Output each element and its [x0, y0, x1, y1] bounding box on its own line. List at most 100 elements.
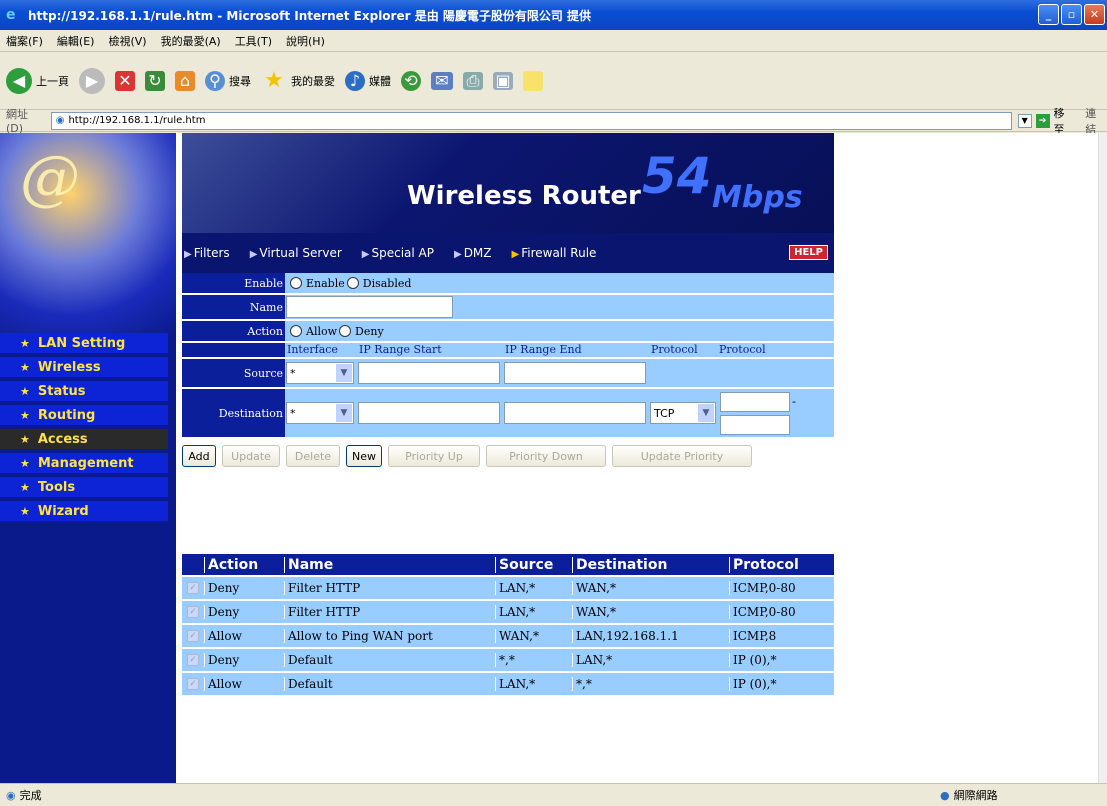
- port-end-input[interactable]: [720, 414, 790, 435]
- sidebar-item-wireless[interactable]: ★ Wireless: [0, 357, 168, 379]
- stop-button[interactable]: ✕: [115, 70, 135, 91]
- table-row[interactable]: ✓ Allow Default LAN,* *,* IP (0),*: [182, 673, 834, 697]
- ip-end-header: IP Range End: [505, 343, 582, 356]
- destination-label: Destination: [182, 389, 285, 437]
- destination-ip-start-input[interactable]: [358, 402, 500, 424]
- window-title: http://192.168.1.1/rule.htm - Microsoft …: [28, 8, 592, 23]
- cell-destination: LAN,192.168.1.1: [572, 629, 729, 643]
- col-destination: Destination: [572, 556, 729, 573]
- destination-protocol-select[interactable]: TCP ▼: [650, 402, 716, 424]
- row-checkbox[interactable]: ✓: [187, 606, 199, 618]
- sidebar-item-wizard[interactable]: ★ Wizard: [0, 501, 168, 523]
- address-dropdown-icon[interactable]: ▼: [1017, 113, 1032, 128]
- sidebar-item-tools[interactable]: ★ Tools: [0, 477, 168, 499]
- row-checkbox[interactable]: ✓: [187, 678, 199, 690]
- enable-radio[interactable]: [290, 277, 302, 289]
- sidebar-item-routing[interactable]: ★ Routing: [0, 405, 168, 427]
- col-action: Action: [204, 556, 284, 573]
- new-button[interactable]: New: [346, 445, 382, 467]
- minimize-button[interactable]: _: [1038, 4, 1059, 25]
- sidebar-item-status[interactable]: ★ Status: [0, 381, 168, 403]
- table-row[interactable]: ✓ Deny Filter HTTP LAN,* WAN,* ICMP,0-80: [182, 577, 834, 601]
- allow-radio[interactable]: [290, 325, 302, 337]
- add-button[interactable]: Add: [182, 445, 216, 467]
- cell-source: *,*: [495, 653, 572, 667]
- disabled-radio[interactable]: [346, 277, 359, 289]
- links-label[interactable]: 連結: [1085, 105, 1107, 137]
- destination-interface-select[interactable]: * ▼: [286, 402, 354, 424]
- search-button[interactable]: ⚲ 搜尋: [205, 70, 251, 91]
- tab-filters[interactable]: ▶ Filters: [184, 246, 230, 260]
- port-start-input[interactable]: [720, 391, 790, 412]
- address-label: 網址(D): [6, 108, 28, 135]
- banner-title: Wireless Router: [407, 181, 641, 211]
- mail-button[interactable]: ✉: [431, 71, 453, 90]
- forward-button[interactable]: ▶: [79, 67, 105, 94]
- cell-source: LAN,*: [495, 581, 572, 595]
- tab-special-ap[interactable]: ▶ Special AP: [362, 246, 434, 260]
- priority-up-button[interactable]: Priority Up: [388, 445, 480, 467]
- banner-speed: 54: [642, 147, 712, 205]
- cell-name: Filter HTTP: [284, 605, 495, 619]
- port-dash: -: [792, 395, 796, 408]
- vertical-scrollbar[interactable]: [1098, 133, 1107, 783]
- home-button[interactable]: ⌂: [175, 70, 195, 91]
- back-button[interactable]: ◀ 上一頁: [6, 67, 69, 94]
- tab-firewall-rule[interactable]: ▶ Firewall Rule: [512, 246, 597, 260]
- table-row[interactable]: ✓ Deny Default *,* LAN,* IP (0),*: [182, 649, 834, 673]
- star-bullet-icon: ★: [20, 504, 30, 518]
- destination-ip-end-input[interactable]: [504, 402, 646, 424]
- deny-radio[interactable]: [339, 325, 352, 337]
- source-ip-start-input[interactable]: [358, 362, 500, 384]
- star-icon: ★: [264, 68, 284, 93]
- row-checkbox[interactable]: ✓: [187, 654, 199, 666]
- maximize-button[interactable]: ▫: [1061, 4, 1082, 25]
- menu-edit[interactable]: 編輯(E): [57, 33, 95, 49]
- delete-button[interactable]: Delete: [286, 445, 340, 467]
- name-input[interactable]: [286, 296, 453, 318]
- table-row[interactable]: ✓ Deny Filter HTTP LAN,* WAN,* ICMP,0-80: [182, 601, 834, 625]
- media-button[interactable]: ♪ 媒體: [345, 70, 391, 91]
- source-ip-end-input[interactable]: [504, 362, 646, 384]
- update-priority-button[interactable]: Update Priority: [612, 445, 752, 467]
- source-label: Source: [182, 359, 285, 387]
- sidebar-item-lan-setting[interactable]: ★ LAN Setting: [0, 333, 168, 355]
- tab-dmz[interactable]: ▶ DMZ: [454, 246, 492, 260]
- help-button[interactable]: HELP: [789, 245, 828, 260]
- button-row: Add Update Delete New Priority Up Priori…: [182, 445, 834, 467]
- cell-destination: WAN,*: [572, 581, 729, 595]
- cell-action: Allow: [204, 677, 284, 691]
- sidebar-item-access[interactable]: ★ Access: [0, 429, 168, 451]
- menu-view[interactable]: 檢視(V): [108, 33, 146, 49]
- close-button[interactable]: ✕: [1084, 4, 1105, 25]
- tab-virtual-server[interactable]: ▶ Virtual Server: [250, 246, 342, 260]
- table-row[interactable]: ✓ Allow Allow to Ping WAN port WAN,* LAN…: [182, 625, 834, 649]
- window-titlebar: e http://192.168.1.1/rule.htm - Microsof…: [0, 0, 1107, 30]
- row-checkbox[interactable]: ✓: [187, 582, 199, 594]
- priority-down-button[interactable]: Priority Down: [486, 445, 606, 467]
- star-bullet-icon: ★: [20, 456, 30, 470]
- interface-header: Interface: [287, 343, 338, 356]
- menu-tools[interactable]: 工具(T): [235, 33, 272, 49]
- update-button[interactable]: Update: [222, 445, 280, 467]
- triangle-icon: ▶: [361, 249, 370, 260]
- sidebar-item-management[interactable]: ★ Management: [0, 453, 168, 475]
- favorites-button[interactable]: ★ 我的最愛: [261, 68, 335, 94]
- go-button[interactable]: 移至: [1054, 105, 1076, 137]
- go-arrow-icon[interactable]: ➔: [1035, 113, 1050, 128]
- history-icon: ⟲: [401, 70, 421, 91]
- notes-button[interactable]: [523, 70, 543, 91]
- globe-icon: ●: [940, 788, 950, 802]
- refresh-button[interactable]: ↻: [145, 70, 165, 91]
- source-interface-select[interactable]: * ▼: [286, 362, 354, 384]
- menu-favorites[interactable]: 我的最愛(A): [161, 33, 221, 49]
- row-checkbox[interactable]: ✓: [187, 630, 199, 642]
- history-button[interactable]: ⟲: [401, 70, 421, 91]
- menu-file[interactable]: 檔案(F): [6, 33, 43, 49]
- menu-help[interactable]: 說明(H): [286, 33, 325, 49]
- address-input[interactable]: ◉ http://192.168.1.1/rule.htm: [50, 111, 1012, 130]
- edit-button[interactable]: ▣: [493, 71, 513, 90]
- cell-protocol: ICMP,0-80: [729, 605, 832, 619]
- print-button[interactable]: ⎙: [463, 71, 483, 90]
- star-bullet-icon: ★: [20, 336, 30, 350]
